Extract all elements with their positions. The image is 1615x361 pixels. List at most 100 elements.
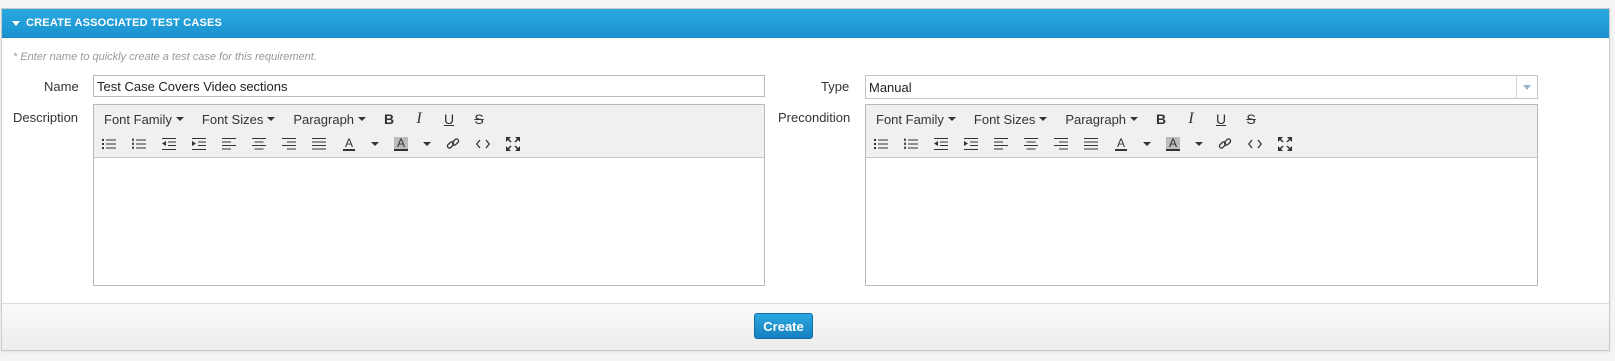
type-select[interactable]: Manual	[865, 75, 1538, 99]
chevron-down-icon	[371, 142, 379, 146]
strikethrough-icon: S	[1246, 111, 1256, 127]
chevron-down-icon	[175, 117, 184, 121]
link-icon	[446, 138, 460, 149]
text-color-button[interactable]: A	[334, 133, 364, 155]
align-left-icon	[222, 138, 236, 150]
create-button[interactable]: Create	[754, 313, 813, 339]
link-icon	[1218, 138, 1232, 149]
bullet-list-button[interactable]	[866, 133, 896, 155]
precondition-toolbar: Font Family Font Sizes Paragraph B I U S…	[866, 105, 1537, 158]
chevron-down-icon	[1143, 142, 1151, 146]
align-center-button[interactable]	[244, 133, 274, 155]
collapse-caret-icon[interactable]	[12, 20, 20, 26]
highlight-color-button[interactable]: A	[1158, 133, 1188, 155]
align-left-icon	[994, 138, 1008, 150]
strikethrough-button[interactable]: S	[464, 108, 494, 130]
panel-title: CREATE ASSOCIATED TEST CASES	[26, 17, 223, 29]
italic-button[interactable]: I	[404, 108, 434, 130]
align-center-icon	[1024, 138, 1038, 150]
outdent-icon	[162, 138, 176, 150]
bold-button[interactable]: B	[1146, 108, 1176, 130]
description-toolbar: Font Family Font Sizes Paragraph B I U S…	[94, 105, 764, 158]
link-button[interactable]	[438, 133, 468, 155]
bullet-list-icon	[874, 139, 888, 149]
justify-icon	[312, 138, 326, 150]
indent-icon	[964, 138, 978, 150]
font-family-label: Font Family	[876, 111, 944, 127]
chevron-down-icon	[1523, 85, 1531, 90]
chevron-down-icon	[1195, 142, 1203, 146]
paragraph-label: Paragraph	[293, 111, 355, 127]
source-code-button[interactable]	[1240, 133, 1270, 155]
align-right-button[interactable]	[1046, 133, 1076, 155]
chevron-down-icon	[358, 117, 367, 121]
highlight-icon: A	[393, 137, 408, 151]
numbered-list-icon	[132, 138, 146, 149]
font-family-dropdown[interactable]: Font Family	[104, 112, 192, 127]
link-button[interactable]	[1210, 133, 1240, 155]
text-color-dropdown[interactable]	[1136, 133, 1158, 155]
chevron-down-icon	[267, 117, 276, 121]
type-select-value: Manual	[869, 80, 912, 95]
type-label: Type	[821, 79, 850, 94]
type-select-arrow[interactable]	[1516, 76, 1537, 98]
underline-icon: U	[1215, 111, 1227, 127]
bold-button[interactable]: B	[374, 108, 404, 130]
font-sizes-dropdown[interactable]: Font Sizes	[202, 112, 283, 127]
font-family-label: Font Family	[104, 111, 172, 127]
justify-button[interactable]	[304, 133, 334, 155]
align-center-button[interactable]	[1016, 133, 1046, 155]
highlight-color-button[interactable]: A	[386, 133, 416, 155]
font-family-dropdown[interactable]: Font Family	[876, 112, 964, 127]
panel-header[interactable]: CREATE ASSOCIATED TEST CASES	[2, 9, 1609, 38]
indent-button[interactable]	[184, 133, 214, 155]
strikethrough-icon: S	[474, 111, 484, 127]
text-color-icon: A	[1114, 136, 1127, 151]
fullscreen-button[interactable]	[498, 133, 528, 155]
bold-icon: B	[1155, 111, 1167, 127]
code-icon	[1248, 139, 1262, 149]
outdent-button[interactable]	[926, 133, 956, 155]
paragraph-label: Paragraph	[1065, 111, 1127, 127]
underline-icon: U	[443, 111, 455, 127]
font-sizes-label: Font Sizes	[201, 111, 264, 127]
align-right-button[interactable]	[274, 133, 304, 155]
italic-icon: I	[1188, 110, 1194, 127]
text-color-button[interactable]: A	[1106, 133, 1136, 155]
underline-button[interactable]: U	[1206, 108, 1236, 130]
font-sizes-dropdown[interactable]: Font Sizes	[974, 112, 1055, 127]
bullet-list-icon	[102, 139, 116, 149]
outdent-button[interactable]	[154, 133, 184, 155]
align-left-button[interactable]	[986, 133, 1016, 155]
italic-button[interactable]: I	[1176, 108, 1206, 130]
italic-icon: I	[416, 110, 422, 127]
numbered-list-button[interactable]	[124, 133, 154, 155]
indent-button[interactable]	[956, 133, 986, 155]
underline-button[interactable]: U	[434, 108, 464, 130]
chevron-down-icon	[423, 142, 431, 146]
highlight-color-dropdown[interactable]	[416, 133, 438, 155]
align-center-icon	[252, 138, 266, 150]
bullet-list-button[interactable]	[94, 133, 124, 155]
numbered-list-icon	[904, 138, 918, 149]
align-left-button[interactable]	[214, 133, 244, 155]
text-color-icon: A	[342, 136, 355, 151]
chevron-down-icon	[947, 117, 956, 121]
panel-footer: Create	[2, 303, 1609, 350]
paragraph-dropdown[interactable]: Paragraph	[1065, 112, 1146, 127]
chevron-down-icon	[1039, 117, 1048, 121]
numbered-list-button[interactable]	[896, 133, 926, 155]
description-text-area[interactable]	[94, 158, 764, 285]
text-color-dropdown[interactable]	[364, 133, 386, 155]
precondition-text-area[interactable]	[866, 158, 1537, 285]
name-input[interactable]	[93, 75, 765, 97]
source-code-button[interactable]	[468, 133, 498, 155]
strikethrough-button[interactable]: S	[1236, 108, 1266, 130]
description-label: Description	[13, 110, 79, 125]
justify-button[interactable]	[1076, 133, 1106, 155]
create-button-label: Create	[763, 318, 804, 334]
highlight-color-dropdown[interactable]	[1188, 133, 1210, 155]
align-right-icon	[282, 138, 296, 150]
paragraph-dropdown[interactable]: Paragraph	[293, 112, 374, 127]
fullscreen-button[interactable]	[1270, 133, 1300, 155]
